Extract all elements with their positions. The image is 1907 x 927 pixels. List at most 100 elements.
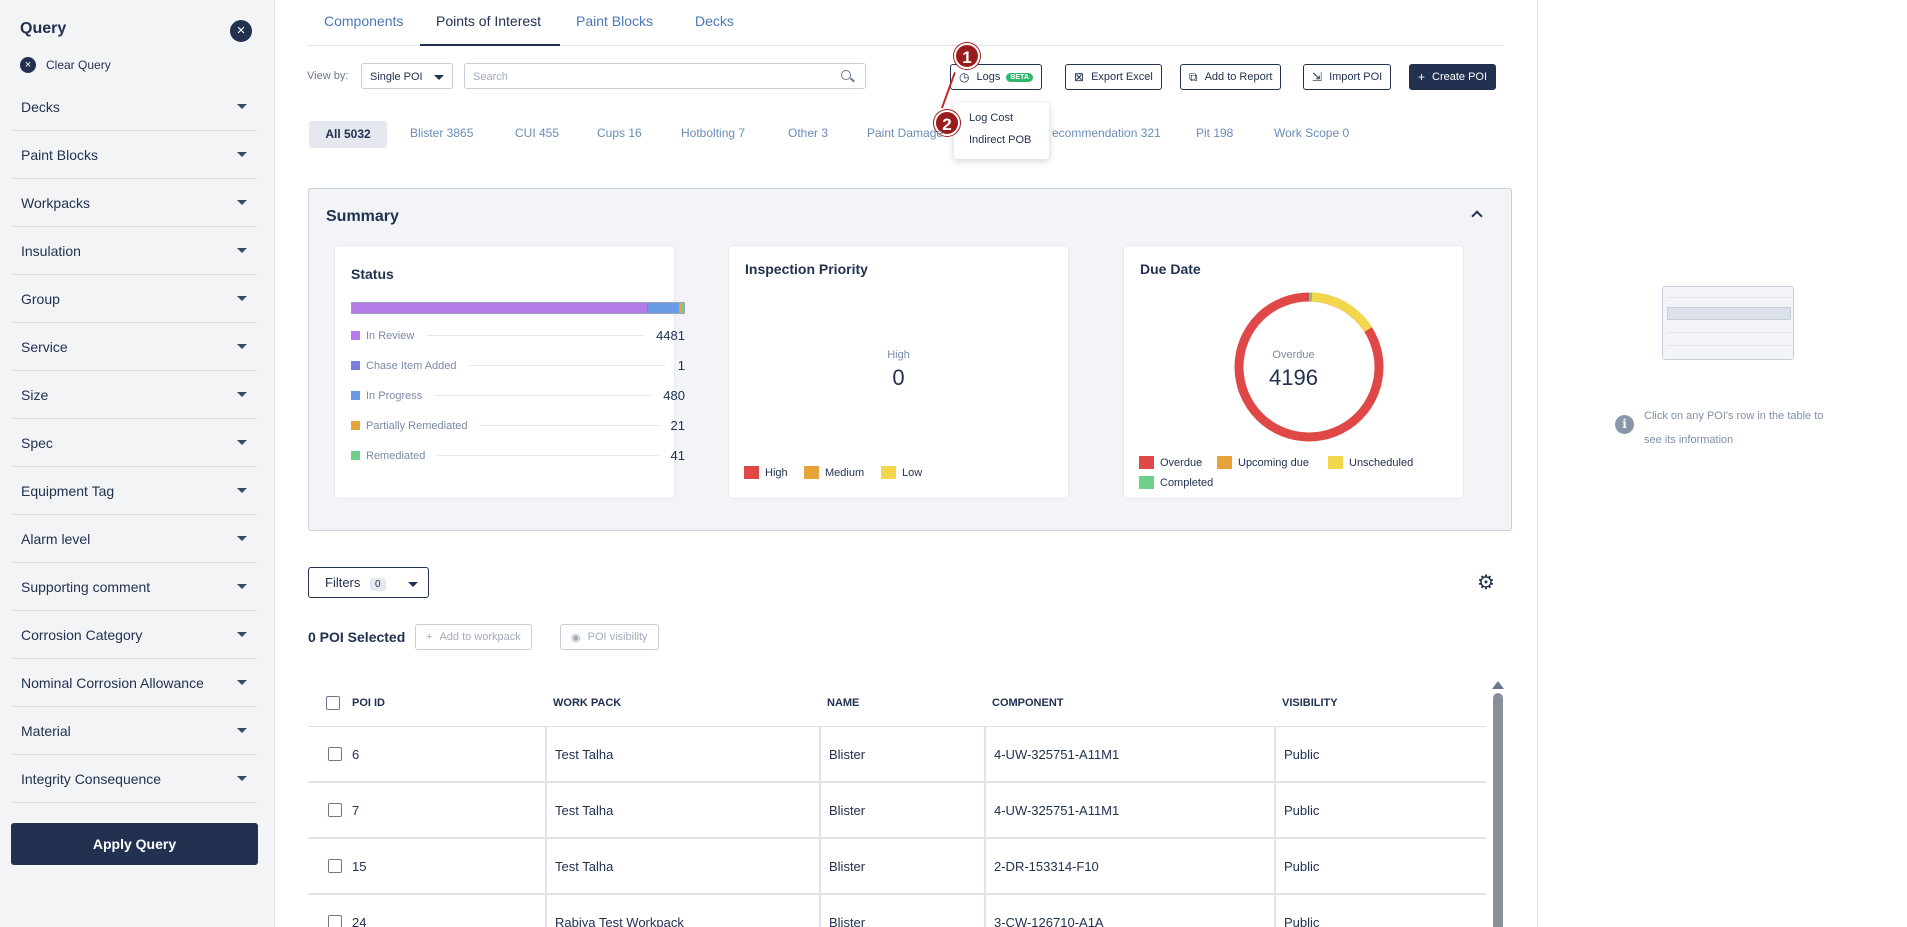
chevron-down-icon bbox=[237, 680, 247, 685]
summary-panel: Summary Status In Review 4481 Chase Item… bbox=[308, 188, 1512, 531]
header-component[interactable]: COMPONENT bbox=[984, 680, 1064, 726]
logs-label: Logs bbox=[976, 71, 1001, 83]
search-input[interactable]: Search bbox=[464, 63, 866, 89]
query-item-size[interactable]: Size bbox=[11, 371, 257, 419]
close-sidebar-icon[interactable]: × bbox=[230, 20, 252, 42]
filter-chip-work-scope[interactable]: Work Scope 0 bbox=[1274, 126, 1349, 140]
query-item-service[interactable]: Service bbox=[11, 323, 257, 371]
status-value: 21 bbox=[670, 418, 685, 433]
legend-swatch bbox=[1328, 456, 1343, 469]
filter-chip-cui[interactable]: CUI 455 bbox=[515, 126, 559, 140]
filter-chip-other[interactable]: Other 3 bbox=[788, 126, 828, 140]
chevron-down-icon bbox=[237, 152, 247, 157]
scroll-up-arrow-icon[interactable] bbox=[1492, 681, 1504, 689]
query-item-group[interactable]: Group bbox=[11, 275, 257, 323]
create-label: Create POI bbox=[1432, 71, 1488, 83]
poi-visibility-button[interactable]: ◉ POI visibility bbox=[560, 624, 659, 650]
filter-chip-paint-damage[interactable]: Paint Damage bbox=[867, 126, 943, 140]
add-to-report-button[interactable]: ⧉ Add to Report bbox=[1180, 64, 1282, 90]
filter-chip-all[interactable]: All 5032 bbox=[309, 121, 387, 148]
apply-query-button[interactable]: Apply Query bbox=[11, 823, 258, 865]
tab-components[interactable]: Components bbox=[324, 13, 403, 29]
table-scrollbar[interactable] bbox=[1492, 681, 1504, 927]
row-checkbox[interactable] bbox=[328, 915, 342, 927]
poi-table: POI ID WORK PACK NAME COMPONENT VISIBILI… bbox=[308, 680, 1486, 927]
row-checkbox[interactable] bbox=[328, 859, 342, 873]
tab-paint-blocks[interactable]: Paint Blocks bbox=[576, 13, 653, 29]
table-row[interactable]: 15 Test Talha Blister 2-DR-153314-F10 Pu… bbox=[308, 839, 1486, 895]
collapse-chevron-icon[interactable] bbox=[1471, 210, 1483, 222]
query-item-label: Insulation bbox=[21, 242, 81, 259]
gear-icon[interactable]: ⚙ bbox=[1477, 570, 1495, 595]
chevron-down-icon bbox=[237, 344, 247, 349]
tab-points-of-interest[interactable]: Points of Interest bbox=[436, 13, 541, 29]
legend-swatch bbox=[804, 466, 819, 479]
row-checkbox[interactable] bbox=[328, 803, 342, 817]
row-checkbox[interactable] bbox=[328, 747, 342, 761]
legend-swatch bbox=[351, 421, 360, 430]
query-item-supporting-comment[interactable]: Supporting comment bbox=[11, 563, 257, 611]
query-item-label: Paint Blocks bbox=[21, 146, 99, 163]
query-item-label: Nominal Corrosion Allowance bbox=[21, 674, 204, 691]
add-to-workpack-button[interactable]: + Add to workpack bbox=[415, 624, 532, 650]
create-poi-button[interactable]: + Create POI bbox=[1409, 64, 1497, 90]
query-item-spec[interactable]: Spec bbox=[11, 419, 257, 467]
query-item-material[interactable]: Material bbox=[11, 707, 257, 755]
filter-chip-blister[interactable]: Blister 3865 bbox=[410, 126, 473, 140]
select-all-checkbox[interactable] bbox=[326, 696, 340, 710]
cell-component: 4-UW-325751-A11M1 bbox=[984, 727, 1119, 781]
logs-dropdown-menu: Log Cost Indirect POB bbox=[954, 103, 1049, 159]
filter-chip-pit[interactable]: Pit 198 bbox=[1196, 126, 1233, 140]
cell-component: 3-CW-126710-A1A bbox=[984, 895, 1104, 927]
menu-item-log-cost[interactable]: Log Cost bbox=[969, 112, 1013, 124]
query-item-corrosion-category[interactable]: Corrosion Category bbox=[11, 611, 257, 659]
cell-poi-id: 6 bbox=[352, 746, 360, 762]
export-label: Export Excel bbox=[1091, 71, 1153, 83]
table-row[interactable]: 24 Rabiya Test Workpack Blister 3-CW-126… bbox=[308, 895, 1486, 927]
cell-name: Blister bbox=[819, 895, 865, 927]
status-label: Chase Item Added bbox=[366, 359, 457, 372]
clear-query-button[interactable]: × Clear Query bbox=[20, 57, 111, 73]
header-poi-id[interactable]: POI ID bbox=[344, 680, 385, 726]
illustration-line bbox=[1667, 332, 1791, 333]
chevron-down-icon bbox=[237, 392, 247, 397]
filter-chip-cups[interactable]: Cups 16 bbox=[597, 126, 642, 140]
query-list: Decks Paint Blocks Workpacks Insulation … bbox=[11, 83, 257, 803]
query-item-integrity-consequence[interactable]: Integrity Consequence bbox=[11, 755, 257, 803]
header-work-pack[interactable]: WORK PACK bbox=[545, 680, 621, 726]
export-excel-button[interactable]: ⊠ Export Excel bbox=[1065, 64, 1162, 90]
query-item-insulation[interactable]: Insulation bbox=[11, 227, 257, 275]
cell-visibility: Public bbox=[1274, 839, 1319, 893]
inspection-priority-card: Inspection Priority High 0 High Medium L… bbox=[728, 245, 1069, 499]
table-row[interactable]: 6 Test Talha Blister 4-UW-325751-A11M1 P… bbox=[308, 727, 1486, 783]
menu-item-indirect-pob[interactable]: Indirect POB bbox=[969, 134, 1031, 146]
query-item-nominal-corrosion-allowance[interactable]: Nominal Corrosion Allowance bbox=[11, 659, 257, 707]
query-item-workpacks[interactable]: Workpacks bbox=[11, 179, 257, 227]
status-row-partially-remediated: Partially Remediated 21 bbox=[351, 418, 685, 433]
filters-dropdown[interactable]: Filters 0 bbox=[308, 567, 429, 598]
legend-completed: Completed bbox=[1139, 476, 1213, 489]
annotation-arrow bbox=[941, 72, 956, 109]
scroll-thumb[interactable] bbox=[1493, 693, 1503, 927]
query-item-equipment-tag[interactable]: Equipment Tag bbox=[11, 467, 257, 515]
import-poi-button[interactable]: ⇲ Import POI bbox=[1303, 64, 1392, 90]
cell-name: Blister bbox=[819, 727, 865, 781]
table-row[interactable]: 7 Test Talha Blister 4-UW-325751-A11M1 P… bbox=[308, 783, 1486, 839]
row-checkbox-cell bbox=[320, 783, 342, 837]
status-bar-remediated bbox=[681, 303, 684, 313]
query-item-decks[interactable]: Decks bbox=[11, 83, 257, 131]
chevron-down-icon bbox=[237, 248, 247, 253]
filter-chip-hotbolting[interactable]: Hotbolting 7 bbox=[681, 126, 745, 140]
status-row-in-progress: In Progress 480 bbox=[351, 388, 685, 403]
header-name[interactable]: NAME bbox=[819, 680, 859, 726]
view-by-select[interactable]: Single POI bbox=[361, 63, 453, 89]
illustration-line bbox=[1667, 297, 1791, 298]
status-value: 480 bbox=[663, 388, 685, 403]
query-item-paint-blocks[interactable]: Paint Blocks bbox=[11, 131, 257, 179]
filter-chip-recommendation[interactable]: ecommendation 321 bbox=[1052, 126, 1161, 140]
select-all-cell bbox=[318, 680, 340, 726]
header-visibility[interactable]: VISIBILITY bbox=[1274, 680, 1338, 726]
query-item-alarm-level[interactable]: Alarm level bbox=[11, 515, 257, 563]
active-tab-indicator bbox=[420, 44, 560, 46]
tab-decks[interactable]: Decks bbox=[695, 13, 734, 29]
